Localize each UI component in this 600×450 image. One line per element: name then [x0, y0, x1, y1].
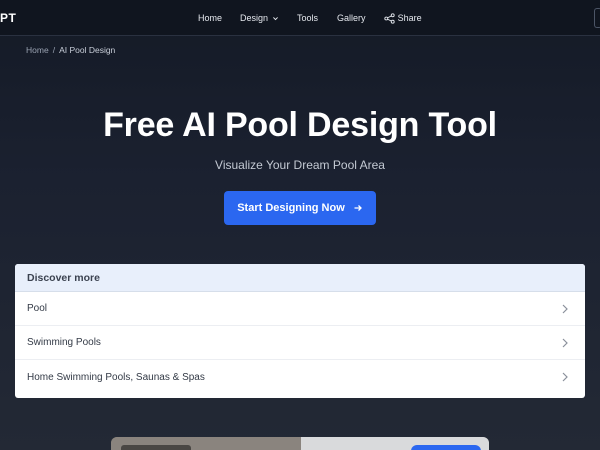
- preview-overlay-label: [121, 445, 191, 450]
- nav-item-share[interactable]: Share: [383, 12, 422, 24]
- discover-item-label: Swimming Pools: [27, 337, 101, 348]
- brand-logo[interactable]: PT: [0, 11, 16, 25]
- nav-item-design-label: Design: [240, 13, 269, 23]
- chevron-right-icon: [562, 372, 568, 382]
- start-designing-label: Start Designing Now: [237, 202, 345, 214]
- breadcrumb-current: AI Pool Design: [59, 45, 116, 55]
- chevron-right-icon: [562, 338, 568, 347]
- discover-item-home-pools-saunas-spas[interactable]: Home Swimming Pools, Saunas & Spas: [15, 360, 585, 394]
- breadcrumb-home-link[interactable]: Home: [26, 45, 49, 55]
- nav-item-design[interactable]: Design: [240, 13, 279, 23]
- chevron-right-icon: [562, 304, 568, 313]
- nav-edge-button[interactable]: [594, 8, 600, 28]
- nav-item-home[interactable]: Home: [198, 13, 222, 23]
- discover-more-heading: Discover more: [15, 264, 585, 292]
- discover-item-pool[interactable]: Pool: [15, 292, 585, 326]
- design-preview-image: [111, 437, 489, 450]
- breadcrumb: Home / AI Pool Design: [26, 45, 115, 55]
- discover-item-swimming-pools[interactable]: Swimming Pools: [15, 326, 585, 360]
- arrow-right-icon: [354, 205, 362, 211]
- preview-action-button[interactable]: [411, 445, 481, 450]
- share-icon: [383, 12, 395, 24]
- page-title: Free AI Pool Design Tool: [103, 106, 497, 144]
- discover-more-card: Discover more Pool Swimming Pools Home S…: [15, 264, 585, 398]
- nav-item-share-label: Share: [397, 13, 422, 23]
- nav-item-gallery[interactable]: Gallery: [337, 13, 366, 23]
- breadcrumb-separator: /: [52, 45, 56, 55]
- chevron-down-icon: [273, 16, 278, 20]
- nav-item-tools[interactable]: Tools: [297, 13, 318, 23]
- page-subtitle: Visualize Your Dream Pool Area: [215, 158, 385, 172]
- top-navbar: PT Home Design Tools Gallery Share: [0, 0, 600, 36]
- nav-links: Home Design Tools Gallery Share: [198, 0, 422, 36]
- start-designing-button[interactable]: Start Designing Now: [224, 191, 376, 225]
- discover-item-label: Pool: [27, 303, 48, 314]
- discover-item-label: Home Swimming Pools, Saunas & Spas: [27, 371, 205, 383]
